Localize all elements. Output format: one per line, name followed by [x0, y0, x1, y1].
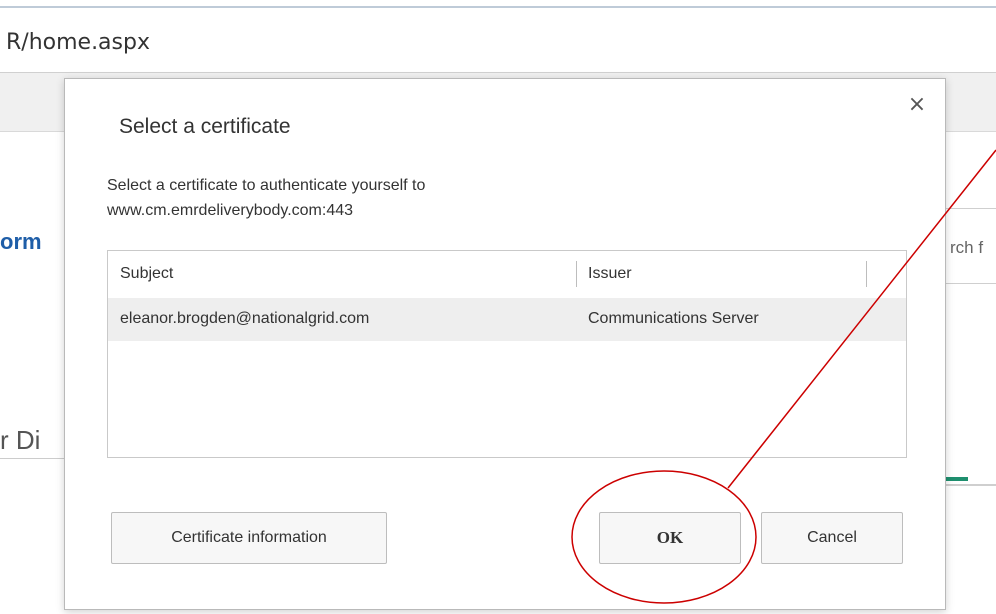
column-header-issuer[interactable]: Issuer — [588, 265, 632, 283]
dialog-description-line-2: www.cm.emrdeliverybody.com:443 — [107, 202, 354, 219]
table-row[interactable]: eleanor.brogden@nationalgrid.com Communi… — [108, 298, 906, 341]
column-separator[interactable] — [576, 261, 577, 287]
cancel-button[interactable]: Cancel — [761, 512, 903, 564]
page-divider-right — [946, 484, 996, 486]
table-header: Subject Issuer — [108, 251, 906, 299]
page-text-fragment: orm — [0, 229, 42, 254]
page-heading-fragment: r Di — [0, 425, 41, 455]
cell-issuer: Communications Server — [588, 310, 759, 327]
column-header-subject[interactable]: Subject — [120, 265, 173, 283]
page-search-placeholder-fragment: rch f — [950, 238, 984, 257]
certificate-information-button[interactable]: Certificate information — [111, 512, 387, 564]
column-separator[interactable] — [866, 261, 867, 287]
browser-top-strip — [0, 0, 996, 21]
page-divider — [0, 458, 64, 459]
ok-button[interactable]: OK — [599, 512, 741, 564]
cell-subject: eleanor.brogden@nationalgrid.com — [120, 310, 370, 327]
dialog-description-line-1: Select a certificate to authenticate you… — [107, 177, 426, 194]
select-certificate-dialog: Select a certificate × Select a certific… — [64, 78, 946, 610]
dialog-title: Select a certificate — [119, 115, 291, 138]
certificate-table: Subject Issuer eleanor.brogden@nationalg… — [107, 250, 907, 458]
close-icon[interactable]: × — [905, 93, 929, 117]
address-url-text[interactable]: R/home.aspx — [6, 30, 150, 55]
